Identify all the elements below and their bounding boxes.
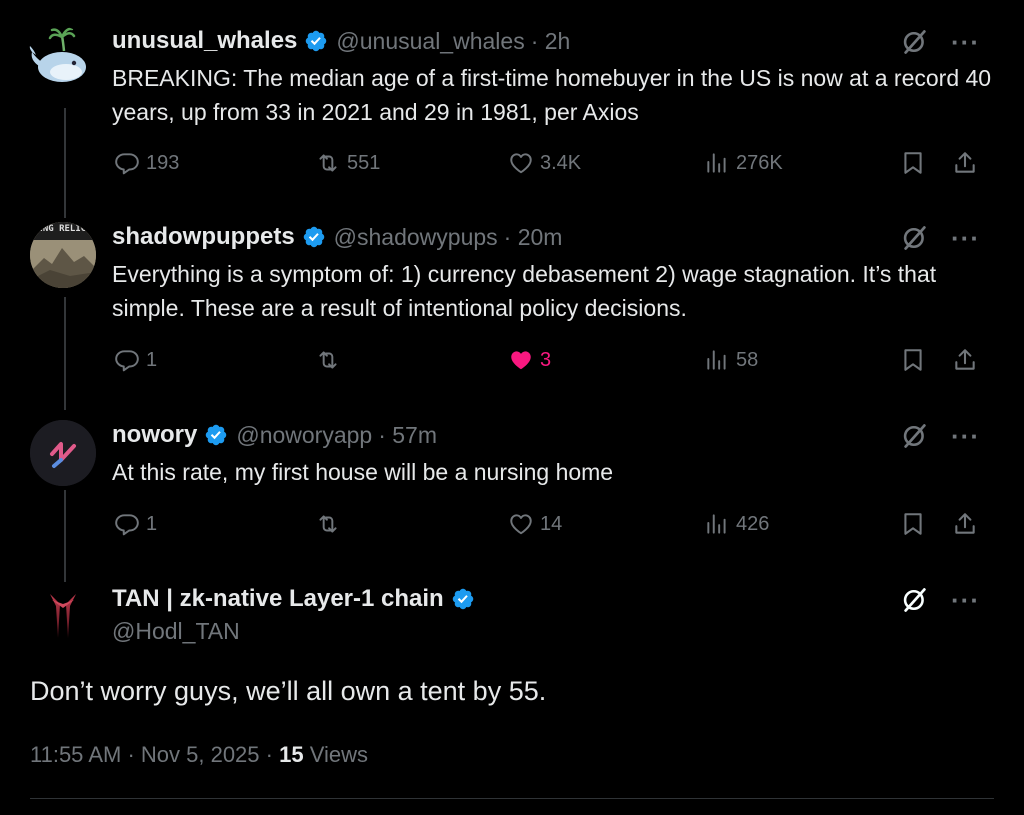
views-button[interactable]: 426 (704, 511, 769, 537)
like-icon (508, 511, 534, 537)
more-icon[interactable]: ··· (951, 587, 980, 613)
share-button[interactable] (952, 150, 984, 176)
verified-badge-icon (304, 29, 328, 53)
bookmark-icon (900, 150, 926, 176)
reply-button[interactable]: 193 (114, 150, 179, 176)
reply-count: 1 (146, 348, 158, 371)
views-icon (704, 347, 730, 373)
thread-line (64, 490, 66, 582)
author-handle[interactable]: @shadowypups (334, 224, 498, 251)
like-button[interactable]: 3 (508, 347, 551, 373)
views-label: Views (309, 742, 368, 767)
bookmark-button[interactable] (900, 150, 932, 176)
author-handle[interactable]: @noworyapp (236, 422, 372, 449)
views-button[interactable]: 276K (704, 150, 783, 176)
views-count: 276K (736, 151, 783, 174)
reply-icon (114, 511, 140, 537)
reply-icon (114, 347, 140, 373)
tweet-date[interactable]: · Nov 5, 2025 · (127, 742, 273, 767)
bookmark-icon (900, 347, 926, 373)
views-count: 426 (736, 512, 770, 535)
like-filled-icon (508, 347, 534, 373)
tweet-text: At this rate, my first house will be a n… (112, 459, 614, 485)
like-button[interactable]: 3.4K (508, 150, 581, 176)
more-icon[interactable]: ··· (951, 225, 980, 251)
views-icon (704, 511, 730, 537)
reply-count: 1 (146, 512, 158, 535)
tweet-time[interactable]: · 20m (504, 224, 563, 251)
views-button[interactable]: 58 (704, 347, 758, 373)
reply-button[interactable]: 1 (114, 347, 157, 373)
share-icon (952, 347, 978, 373)
author-name[interactable]: shadowpuppets (112, 223, 295, 251)
tweet-text: BREAKING: The median age of a first-time… (112, 65, 992, 125)
thread-line (64, 108, 66, 218)
verified-badge-icon (204, 423, 228, 447)
like-button[interactable]: 14 (508, 511, 562, 537)
reply-button[interactable]: 1 (114, 511, 157, 537)
reply-icon (114, 150, 140, 176)
author-name[interactable]: nowory (112, 421, 197, 449)
avatar-shadowpuppets[interactable]: SING RELIG (30, 222, 96, 288)
divider (30, 798, 994, 799)
reply-count: 193 (146, 151, 180, 174)
views-count: 15 (279, 742, 304, 767)
grok-icon[interactable] (901, 586, 929, 614)
tweet-meta: 11:55 AM · Nov 5, 2025 · 15 Views (30, 742, 368, 768)
retweet-button[interactable] (315, 511, 347, 537)
grok-icon[interactable] (901, 224, 929, 252)
avatar-caption: SING RELIG (32, 224, 87, 234)
action-bar: 1 14 426 (112, 511, 982, 541)
retweet-icon (315, 347, 341, 373)
share-button[interactable] (952, 347, 984, 373)
views-icon (704, 150, 730, 176)
retweet-button[interactable] (315, 347, 347, 373)
main-tweet-text: Don’t worry guys, we’ll all own a tent b… (30, 676, 547, 706)
views-count: 58 (736, 348, 759, 371)
tan-logo-icon (50, 594, 76, 638)
verified-badge-icon (451, 587, 475, 611)
tweet-text: Everything is a symptom of: 1) currency … (112, 261, 937, 321)
retweet-icon (315, 511, 341, 537)
tweet-time[interactable]: · 2h (531, 28, 571, 55)
avatar-unusual-whales[interactable] (26, 26, 92, 92)
more-icon[interactable]: ··· (951, 29, 980, 55)
action-bar: 193 551 3.4K 276K (112, 150, 982, 180)
retweet-count: 551 (347, 151, 381, 174)
author-name[interactable]: unusual_whales (112, 27, 297, 55)
whale-icon (29, 27, 86, 82)
author-name[interactable]: TAN | zk-native Layer-1 chain (112, 585, 444, 613)
retweet-button[interactable]: 551 (315, 150, 380, 176)
thread-line (64, 297, 66, 410)
bookmark-icon (900, 511, 926, 537)
tweet-time[interactable]: · 57m (378, 422, 437, 449)
more-icon[interactable]: ··· (951, 423, 980, 449)
share-icon (952, 511, 978, 537)
like-count: 3.4K (540, 151, 582, 174)
bookmark-button[interactable] (900, 347, 932, 373)
avatar-nowory[interactable] (30, 420, 96, 486)
author-handle[interactable]: @unusual_whales (336, 28, 524, 55)
like-count: 3 (540, 348, 552, 371)
share-button[interactable] (952, 511, 984, 537)
tweet-timestamp[interactable]: 11:55 AM (30, 742, 121, 767)
nowory-logo-icon (30, 420, 96, 486)
grok-icon[interactable] (901, 28, 929, 56)
bookmark-button[interactable] (900, 511, 932, 537)
like-count: 14 (540, 512, 563, 535)
avatar-tan[interactable] (30, 582, 96, 648)
retweet-icon (315, 150, 341, 176)
grok-icon[interactable] (901, 422, 929, 450)
share-icon (952, 150, 978, 176)
like-icon (508, 150, 534, 176)
author-handle[interactable]: @Hodl_TAN (112, 618, 240, 645)
verified-badge-icon (302, 225, 326, 249)
action-bar: 1 3 58 (112, 347, 982, 377)
